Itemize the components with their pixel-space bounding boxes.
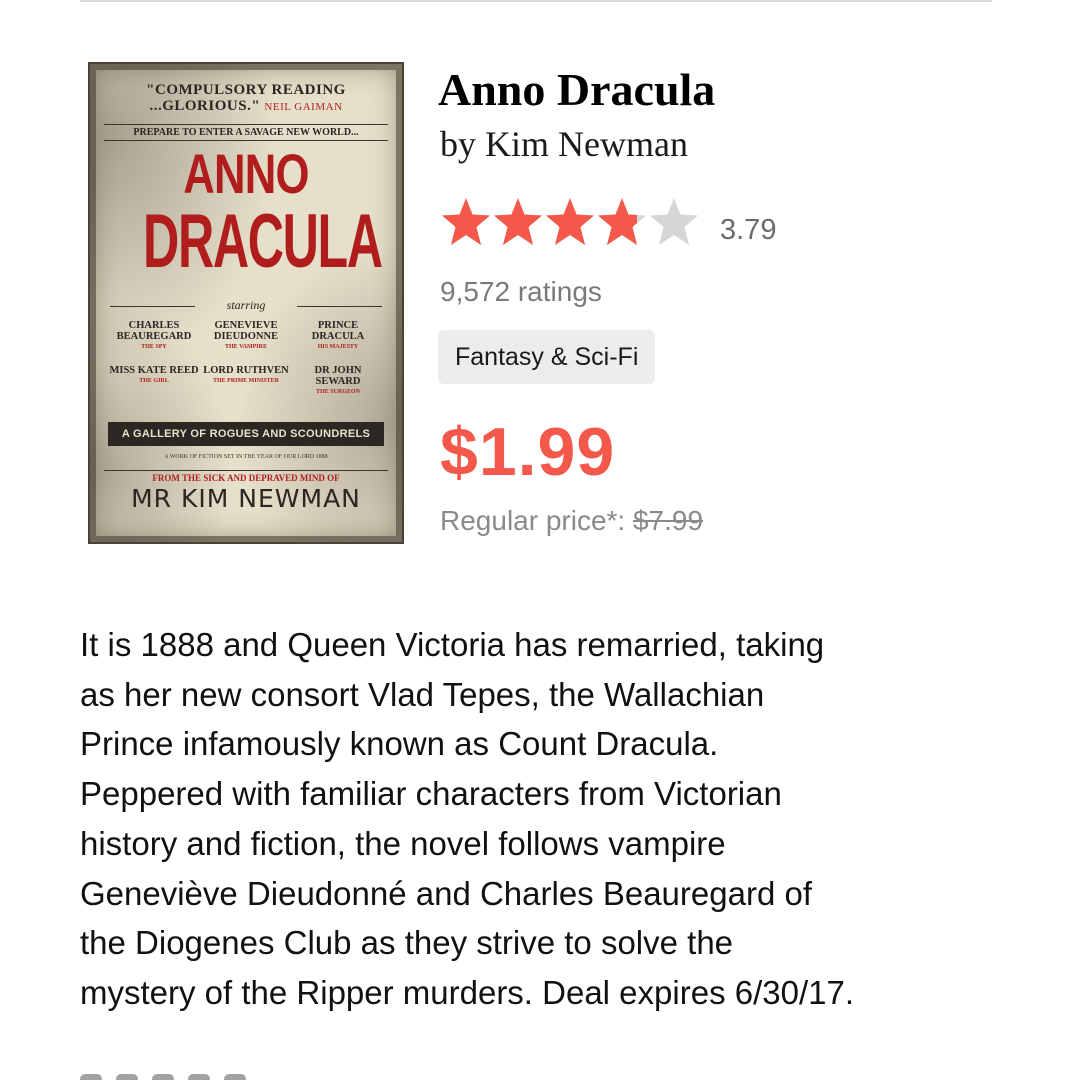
star-icon bbox=[492, 196, 544, 256]
cover-quote-line2: ...GLORIOUS." bbox=[149, 98, 261, 114]
cover-tagline: PREPARE TO ENTER A SAVAGE NEW WORLD... bbox=[104, 124, 388, 141]
star-rating bbox=[440, 196, 700, 260]
cover-from-line: FROM THE SICK AND DEPRAVED MIND OF bbox=[104, 470, 388, 483]
description-line: It is 1888 and Queen Victoria has remarr… bbox=[80, 626, 825, 663]
star-icon bbox=[596, 196, 648, 256]
cover-cast: CHARLES BEAUREGARD THE SPY GENEVIEVE DIEU… bbox=[108, 320, 384, 398]
cover-work-line: A WORK OF FICTION SET IN THE YEAR OF OUR… bbox=[164, 454, 328, 460]
description-line: the Diogenes Club as they strive to solv… bbox=[80, 924, 734, 962]
description-line: mystery of the Ripper murders. Deal expi… bbox=[80, 973, 855, 1011]
description-line: as her new consort Vlad Tepes, the Walla… bbox=[80, 675, 765, 713]
description-line: Prince infamously known as Count Dracula… bbox=[80, 725, 719, 763]
next-section-peek bbox=[80, 1066, 300, 1080]
book-description: It is 1888 and Queen Victoria has remarr… bbox=[80, 620, 1020, 1018]
book-cover-image[interactable]: "COMPULSORY READING ...GLORIOUS." NEIL G… bbox=[88, 62, 404, 544]
star-icon bbox=[648, 196, 700, 256]
star-icon bbox=[544, 196, 596, 256]
cover-cast-item: GENEVIEVE DIEUDONNE THE VAMPIRE bbox=[213, 320, 279, 350]
ratings-count[interactable]: 9,572 ratings bbox=[440, 275, 602, 309]
cover-quote-line1: "COMPULSORY READING bbox=[146, 82, 346, 98]
cover-starring: starring bbox=[110, 298, 382, 313]
cover-quote-author: NEIL GAIMAN bbox=[264, 101, 343, 113]
cover-cast-item: PRINCE DRACULA HIS MAJESTY bbox=[311, 320, 365, 350]
regular-price-value: $7.99 bbox=[632, 505, 704, 536]
cover-quote: "COMPULSORY READING ...GLORIOUS." NEIL G… bbox=[90, 82, 402, 115]
regular-price: Regular price*: $7.99 bbox=[440, 503, 703, 539]
regular-price-label: Regular price*: bbox=[440, 505, 626, 536]
top-divider bbox=[80, 0, 992, 2]
genre-badge[interactable]: Fantasy & Sci-Fi bbox=[438, 330, 656, 384]
cover-cast-item: DR JOHN SEWARD THE SURGEON bbox=[314, 365, 362, 395]
cover-title-line1: ANNO bbox=[183, 142, 309, 205]
description-line: Peppered with familiar characters from V… bbox=[80, 775, 782, 813]
book-title: Anno Dracula bbox=[438, 64, 716, 115]
cover-cast-item: MISS KATE REED THE GIRL bbox=[109, 365, 199, 384]
deal-price: $1.99 bbox=[440, 414, 616, 490]
cover-cast-item: LORD RUTHVEN THE PRIME MINISTER bbox=[203, 365, 289, 384]
cover-gallery-banner: A GALLERY OF ROGUES AND SCOUNDRELS bbox=[108, 422, 384, 446]
description-line: history and fiction, the novel follows v… bbox=[80, 824, 726, 862]
cover-cast-item: CHARLES BEAUREGARD THE SPY bbox=[116, 320, 192, 350]
star-icon bbox=[440, 196, 492, 256]
book-author[interactable]: by Kim Newman bbox=[440, 122, 688, 166]
cover-title-line2: DRACULA bbox=[143, 199, 383, 284]
rating-value: 3.79 bbox=[720, 214, 777, 246]
description-line: Geneviève Dieudonné and Charles Beaurega… bbox=[80, 874, 812, 912]
cover-author: MR KIM NEWMAN bbox=[131, 484, 361, 513]
